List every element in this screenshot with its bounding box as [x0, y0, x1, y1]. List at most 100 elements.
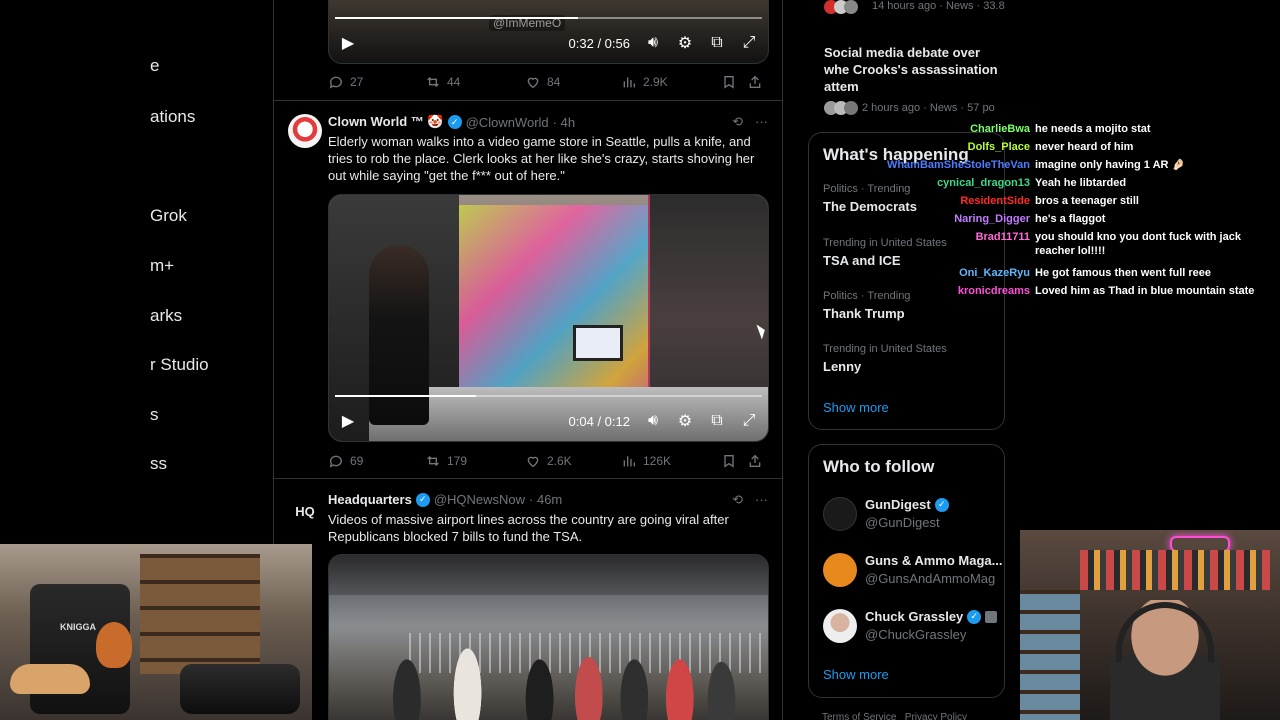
- tweet-author-handle[interactable]: @ClownWorld: [466, 115, 549, 130]
- chat-username: Brad11711: [975, 231, 1030, 243]
- nav-item-home[interactable]: e: [150, 56, 159, 76]
- avatar: [823, 497, 857, 531]
- tweet-actions: 69 179 2.6K 126K: [328, 453, 769, 469]
- nav-item-grok[interactable]: Grok: [150, 206, 187, 226]
- tweet-video-player[interactable]: @ImMemeO ▶ 0:32 / 0:56 🔊︎ ⚙︎ ⧉ ⤢: [328, 0, 769, 64]
- more-options-icon[interactable]: ···: [755, 492, 768, 508]
- verified-badge-icon: ✓: [415, 492, 430, 507]
- tweet-video-player[interactable]: [328, 554, 769, 720]
- more-options-icon[interactable]: ···: [755, 114, 768, 130]
- nav-item-notifications[interactable]: ations: [150, 107, 195, 127]
- grok-icon[interactable]: ⟲: [732, 492, 743, 508]
- chat-username: ResidentSide: [960, 195, 1030, 207]
- like-button[interactable]: 2.6K: [525, 453, 621, 469]
- teddy-bear: [96, 622, 132, 668]
- chat-username: Dolfs_Place: [967, 141, 1030, 153]
- timeline-feed: @ImMemeO ▶ 0:32 / 0:56 🔊︎ ⚙︎ ⧉ ⤢ 27 44 8…: [273, 0, 783, 720]
- store-colorful-shelf: [459, 205, 659, 415]
- trend-name: Lenny: [823, 359, 862, 374]
- airport-ceiling: [329, 555, 768, 595]
- like-button[interactable]: 84: [525, 74, 621, 90]
- nav-item-more[interactable]: ss: [150, 454, 167, 474]
- trend-name: TSA and ICE: [823, 253, 901, 268]
- news-item[interactable]: Social media debate over whe Crooks's as…: [824, 44, 1005, 115]
- avatar[interactable]: HQ: [288, 494, 322, 528]
- play-icon[interactable]: ▶: [339, 34, 357, 52]
- footer-links[interactable]: Terms of Service Privacy Policy: [822, 712, 967, 720]
- person-silhouette: [369, 245, 429, 425]
- bookmark-icon: [724, 455, 734, 468]
- repost-button[interactable]: 44: [425, 74, 525, 90]
- follow-suggestion[interactable]: GunDigest ✓ @GunDigest: [823, 495, 1004, 535]
- news-avatars: [824, 0, 858, 14]
- grok-icon[interactable]: ⟲: [732, 114, 743, 130]
- news-item-top[interactable]: 14 hours ago · News · 33.8: [824, 0, 1005, 20]
- video-progress-bar[interactable]: [335, 17, 762, 19]
- tweet-time[interactable]: · 4h: [553, 115, 575, 130]
- fullscreen-icon[interactable]: ⤢: [740, 34, 758, 52]
- tweet-author-name[interactable]: Headquarters: [328, 492, 412, 507]
- settings-gear-icon[interactable]: ⚙︎: [676, 412, 694, 430]
- trend-item[interactable]: Trending in United States TSA and ICE: [823, 237, 947, 268]
- bookmark-button[interactable]: [721, 74, 747, 90]
- nav-item-premium[interactable]: m+: [150, 256, 174, 276]
- tweet-author-name[interactable]: Clown World ™ 🤡: [328, 114, 444, 130]
- follow-suggestion[interactable]: Guns & Ammo Maga... @GunsAndAmmoMag: [823, 551, 1004, 591]
- tweet[interactable]: HQ Headquarters ✓ @HQNewsNow · 46m ⟲ ···…: [274, 490, 782, 720]
- settings-gear-icon[interactable]: ⚙︎: [676, 34, 694, 52]
- video-progress-bar[interactable]: [335, 395, 762, 397]
- like-count: 84: [547, 75, 561, 89]
- volume-icon[interactable]: 🔊︎: [644, 412, 662, 430]
- views-button[interactable]: 2.9K: [621, 74, 721, 90]
- repost-count: 179: [447, 454, 468, 468]
- chat-text: you should kno you dont fuck with jack r…: [1035, 231, 1241, 257]
- trend-item[interactable]: Trending in United States Lenny: [823, 343, 947, 374]
- heart-icon: [527, 77, 539, 89]
- webcam-feed-streamer: [1020, 530, 1280, 720]
- nav-item-bookmarks[interactable]: arks: [150, 306, 182, 326]
- video-controls: ▶ 0:04 / 0:12 🔊︎ ⚙︎ ⧉ ⤢: [329, 401, 768, 441]
- repost-count: 44: [447, 75, 461, 89]
- who-to-follow-panel: Who to follow GunDigest ✓ @GunDigest Gun…: [808, 444, 1005, 698]
- news-meta: 14 hours ago · News · 33.8: [872, 0, 1005, 12]
- views-button[interactable]: 126K: [621, 453, 721, 469]
- tweet[interactable]: Clown World ™ 🤡 ✓ @ClownWorld · 4h ⟲ ···…: [274, 112, 782, 474]
- chat-username: cynical_dragon13: [937, 177, 1030, 189]
- share-icon: [749, 454, 761, 467]
- show-more-follow-link[interactable]: Show more: [823, 667, 889, 682]
- volume-icon[interactable]: 🔊︎: [644, 34, 662, 52]
- fullscreen-icon[interactable]: ⤢: [740, 412, 758, 430]
- reply-button[interactable]: 69: [328, 453, 425, 469]
- video-controls: ▶ 0:32 / 0:56 🔊︎ ⚙︎ ⧉ ⤢: [329, 23, 768, 63]
- reply-button[interactable]: 27: [328, 74, 425, 90]
- avatar: [823, 553, 857, 587]
- pip-icon[interactable]: ⧉: [708, 34, 726, 52]
- tweet-divider: [274, 478, 782, 479]
- repost-button[interactable]: 179: [425, 453, 525, 469]
- tweet-time[interactable]: · 46m: [529, 492, 562, 507]
- view-count: 126K: [643, 454, 672, 468]
- video-time: 0:32 / 0:56: [568, 35, 630, 51]
- trend-item[interactable]: Politics · Trending The Democrats: [823, 183, 917, 214]
- tweet-video-player[interactable]: ▶ 0:04 / 0:12 🔊︎ ⚙︎ ⧉ ⤢: [328, 194, 769, 442]
- trend-item[interactable]: Politics · Trending Thank Trump: [823, 290, 910, 321]
- avatar[interactable]: [288, 114, 322, 148]
- follow-suggestion[interactable]: Chuck Grassley ✓ @ChuckGrassley: [823, 607, 1004, 647]
- news-meta: 2 hours ago · News · 57 po: [862, 102, 995, 114]
- share-button[interactable]: [747, 74, 767, 90]
- bookmark-button[interactable]: [721, 453, 747, 469]
- tweet-divider: [274, 100, 782, 101]
- chat-username: kronicdreams: [957, 285, 1030, 297]
- share-button[interactable]: [747, 453, 767, 469]
- nav-item-lists[interactable]: s: [150, 405, 159, 425]
- reply-count: 69: [350, 454, 364, 468]
- tweet-text: Elderly woman walks into a video game st…: [328, 134, 755, 183]
- nav-item-creator-studio[interactable]: r Studio: [150, 355, 209, 375]
- reply-icon: [329, 455, 342, 468]
- trend-meta: Trending in United States: [823, 343, 947, 355]
- play-icon[interactable]: ▶: [339, 412, 357, 430]
- views-chart-icon: [623, 77, 635, 88]
- pip-icon[interactable]: ⧉: [708, 412, 726, 430]
- tweet-author-handle[interactable]: @HQNewsNow: [434, 492, 525, 507]
- show-more-trends-link[interactable]: Show more: [823, 400, 889, 415]
